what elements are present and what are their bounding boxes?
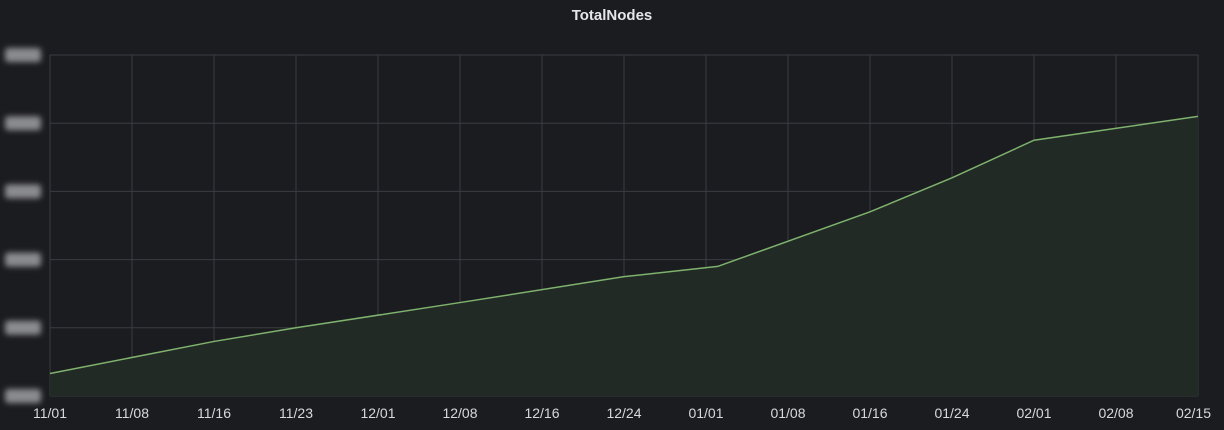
x-tick-label: 12/01 bbox=[360, 405, 395, 421]
y-tick-label-obscured bbox=[5, 184, 41, 199]
y-tick-label-obscured bbox=[5, 389, 41, 403]
y-axis-labels bbox=[5, 48, 41, 403]
y-tick-label-obscured bbox=[5, 320, 41, 335]
x-tick-label: 12/08 bbox=[442, 405, 477, 421]
x-tick-label: 12/16 bbox=[524, 405, 559, 421]
x-tick-label: 11/08 bbox=[115, 405, 149, 421]
x-tick-label: 11/23 bbox=[279, 405, 313, 421]
x-tick-label: 01/08 bbox=[770, 405, 805, 421]
x-tick-label: 02/01 bbox=[1016, 405, 1051, 421]
x-tick-label: 01/24 bbox=[934, 405, 969, 421]
x-tick-label: 12/24 bbox=[606, 405, 641, 421]
y-tick-label-obscured bbox=[5, 116, 41, 131]
x-tick-label: 11/01 bbox=[33, 405, 67, 421]
y-tick-label-obscured bbox=[5, 48, 41, 62]
x-tick-label: 01/16 bbox=[852, 405, 887, 421]
x-tick-label: 02/15 bbox=[1176, 405, 1211, 421]
area-chart[interactable]: 11/01 11/08 11/16 11/23 12/01 12/08 12/16 12/24… bbox=[0, 0, 1224, 430]
chart-panel: TotalNodes 11/01 11/08 11/16 11/23 12/01 12/0… bbox=[0, 0, 1224, 430]
y-tick-label-obscured bbox=[5, 252, 41, 267]
x-tick-label: 02/08 bbox=[1098, 405, 1133, 421]
x-axis-labels: 11/01 11/08 11/16 11/23 12/01 12/08 12/16 12/24… bbox=[33, 405, 1211, 421]
x-tick-label: 11/16 bbox=[197, 405, 231, 421]
x-tick-label: 01/01 bbox=[688, 405, 723, 421]
